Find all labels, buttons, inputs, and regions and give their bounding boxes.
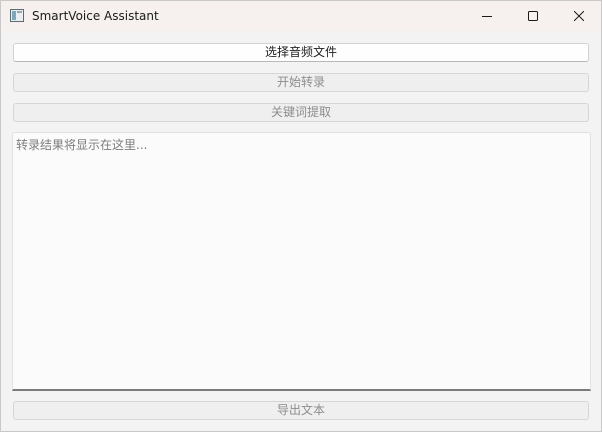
minimize-button[interactable] xyxy=(464,1,510,31)
transcript-textarea[interactable]: 转录结果将显示在这里... xyxy=(12,132,591,391)
app-icon xyxy=(10,9,24,22)
maximize-icon xyxy=(528,11,538,21)
export-text-button[interactable]: 导出文本 xyxy=(13,401,589,420)
close-icon xyxy=(574,11,584,21)
transcript-placeholder: 转录结果将显示在这里... xyxy=(16,138,148,152)
window-title: SmartVoice Assistant xyxy=(32,9,159,23)
minimize-icon xyxy=(482,16,492,17)
maximize-button[interactable] xyxy=(510,1,556,31)
app-window: SmartVoice Assistant 选择音频文件 开始转录 关键词提取 转… xyxy=(0,0,602,432)
close-button[interactable] xyxy=(556,1,602,31)
extract-keywords-button[interactable]: 关键词提取 xyxy=(13,103,589,122)
start-transcribe-button[interactable]: 开始转录 xyxy=(13,73,589,92)
select-audio-button[interactable]: 选择音频文件 xyxy=(13,43,589,62)
title-bar[interactable]: SmartVoice Assistant xyxy=(1,1,601,31)
